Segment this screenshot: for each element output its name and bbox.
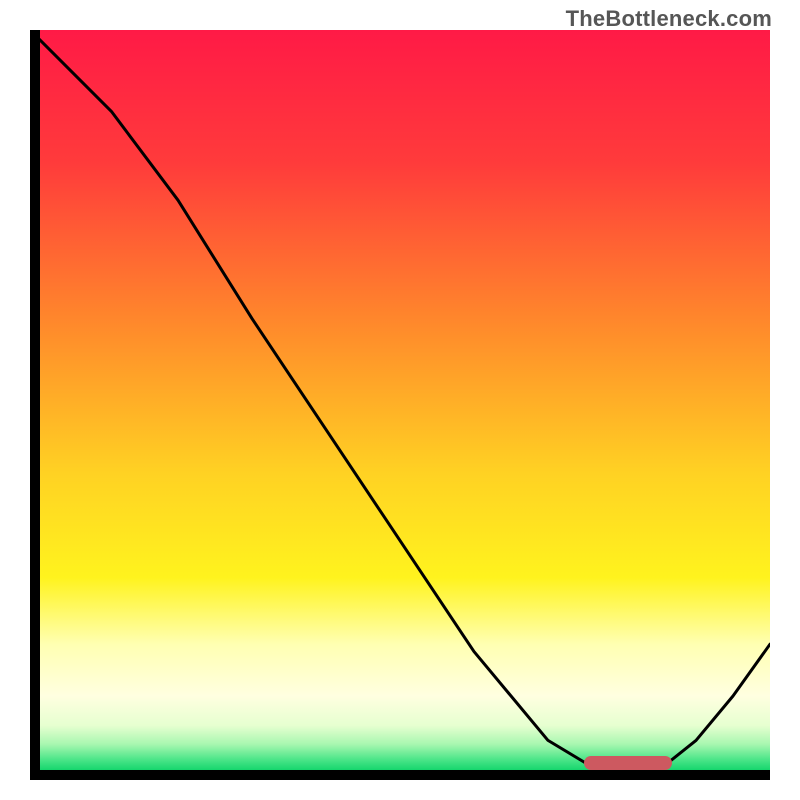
- chart-frame: TheBottleneck.com: [0, 0, 800, 800]
- bottleneck-curve: [30, 30, 770, 770]
- optimal-range-marker: [584, 756, 672, 770]
- watermark-label: TheBottleneck.com: [566, 6, 772, 32]
- x-axis: [30, 770, 770, 780]
- plot-area: [30, 30, 770, 770]
- y-axis: [30, 30, 40, 770]
